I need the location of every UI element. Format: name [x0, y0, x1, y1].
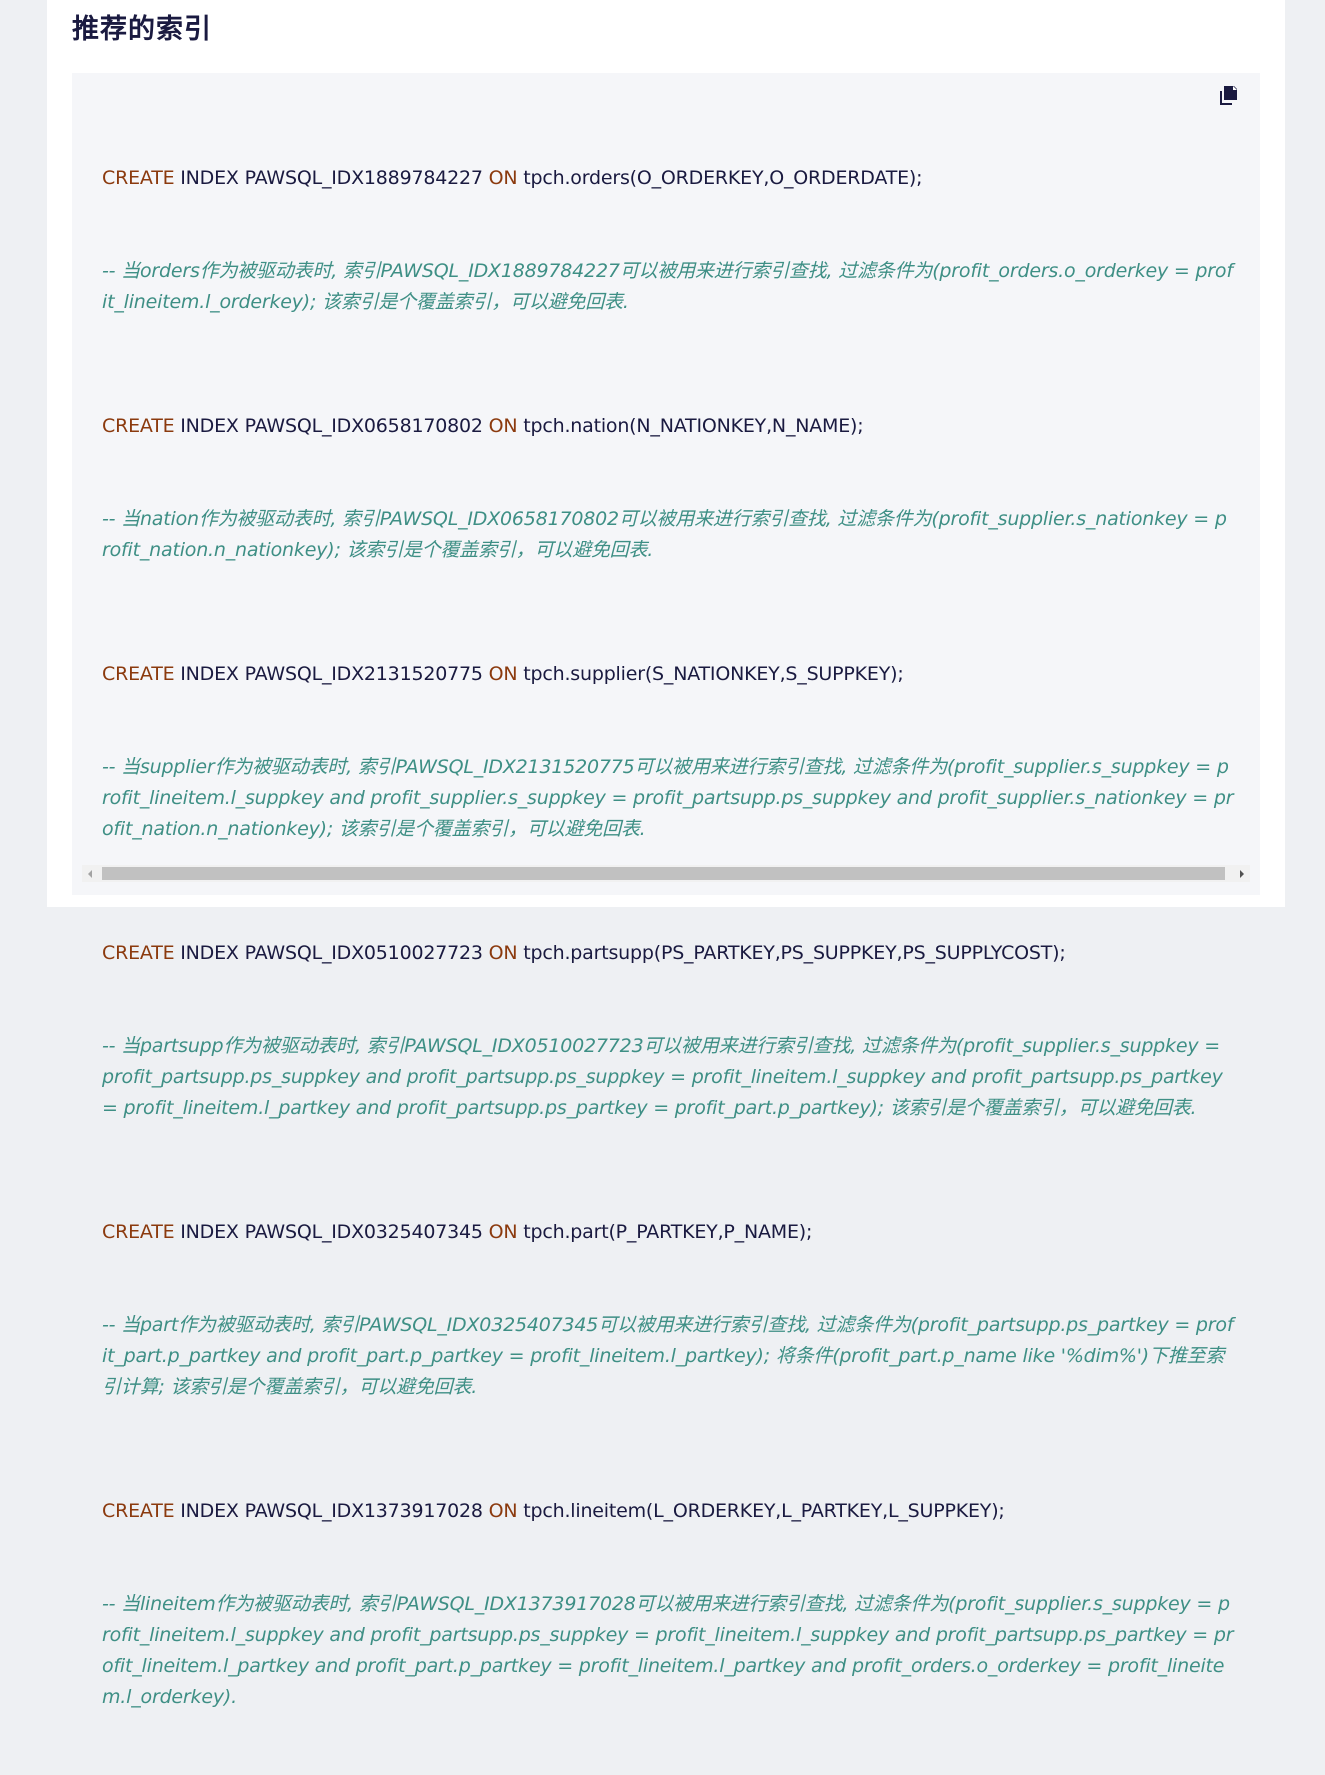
sql-keyword: CREATE: [102, 942, 175, 964]
code-line: CREATE INDEX PAWSQL_IDX1889784227 ON tpc…: [102, 163, 1234, 194]
sql-comment: -- 当orders作为被驱动表时, 索引PAWSQL_IDX188978422…: [102, 260, 1233, 313]
sql-comment: -- 当nation作为被驱动表时, 索引PAWSQL_IDX065817080…: [102, 508, 1227, 561]
sql-text: tpch.lineitem(L_ORDERKEY,L_PARTKEY,L_SUP…: [517, 1500, 1005, 1522]
sql-text: tpch.orders(O_ORDERKEY,O_ORDERDATE);: [517, 167, 923, 189]
sql-text: INDEX PAWSQL_IDX0510027723: [174, 942, 489, 964]
sql-text: tpch.nation(N_NATIONKEY,N_NAME);: [517, 415, 864, 437]
sql-comment: -- 当partsupp作为被驱动表时, 索引PAWSQL_IDX0510027…: [102, 1035, 1229, 1119]
sql-text: tpch.partsupp(PS_PARTKEY,PS_SUPPKEY,PS_S…: [517, 942, 1066, 964]
code-line: CREATE INDEX PAWSQL_IDX2131520775 ON tpc…: [102, 659, 1234, 690]
code-line: CREATE INDEX PAWSQL_IDX0510027723 ON tpc…: [102, 938, 1234, 969]
sql-keyword: ON: [488, 1500, 518, 1522]
sql-keyword: ON: [488, 167, 518, 189]
sql-keyword: ON: [488, 1221, 518, 1243]
sql-keyword: CREATE: [102, 415, 175, 437]
sql-keyword: CREATE: [102, 1221, 175, 1243]
horizontal-scrollbar[interactable]: [82, 865, 1250, 882]
sql-text: tpch.part(P_PARTKEY,P_NAME);: [517, 1221, 813, 1243]
sql-keyword: CREATE: [102, 663, 175, 685]
section-title: 推荐的索引: [72, 14, 212, 45]
sql-keyword: CREATE: [102, 167, 175, 189]
sql-comment: -- 当part作为被驱动表时, 索引PAWSQL_IDX0325407345可…: [102, 1314, 1234, 1398]
sql-text: INDEX PAWSQL_IDX0325407345: [174, 1221, 489, 1243]
sql-keyword: ON: [488, 942, 518, 964]
code-line: CREATE INDEX PAWSQL_IDX0325407345 ON tpc…: [102, 1217, 1234, 1248]
code-line: CREATE INDEX PAWSQL_IDX0658170802 ON tpc…: [102, 411, 1234, 442]
scroll-right-arrow-icon[interactable]: [1233, 865, 1250, 882]
sql-comment: -- 当supplier作为被驱动表时, 索引PAWSQL_IDX2131520…: [102, 756, 1234, 840]
sql-text: INDEX PAWSQL_IDX1889784227: [174, 167, 489, 189]
scroll-left-arrow-icon[interactable]: [82, 865, 99, 882]
sql-text: INDEX PAWSQL_IDX2131520775: [174, 663, 489, 685]
recommended-index-card: 推荐的索引 CREATE INDEX PAWSQL_IDX1889784227 …: [47, 0, 1285, 1708]
sql-text: INDEX PAWSQL_IDX1373917028: [174, 1500, 489, 1522]
sql-text: tpch.supplier(S_NATIONKEY,S_SUPPKEY);: [517, 663, 904, 685]
sql-keyword: ON: [488, 663, 518, 685]
sql-keyword: ON: [488, 415, 518, 437]
scrollbar-thumb[interactable]: [102, 867, 1225, 880]
code-line: CREATE INDEX PAWSQL_IDX1373917028 ON tpc…: [102, 1496, 1234, 1527]
sql-comment: -- 当lineitem作为被驱动表时, 索引PAWSQL_IDX1373917…: [102, 1593, 1234, 1708]
code-block: CREATE INDEX PAWSQL_IDX1889784227 ON tpc…: [72, 73, 1260, 1708]
sql-code: CREATE INDEX PAWSQL_IDX1889784227 ON tpc…: [102, 101, 1234, 1775]
sql-text: INDEX PAWSQL_IDX0658170802: [174, 415, 489, 437]
sql-keyword: CREATE: [102, 1500, 175, 1522]
